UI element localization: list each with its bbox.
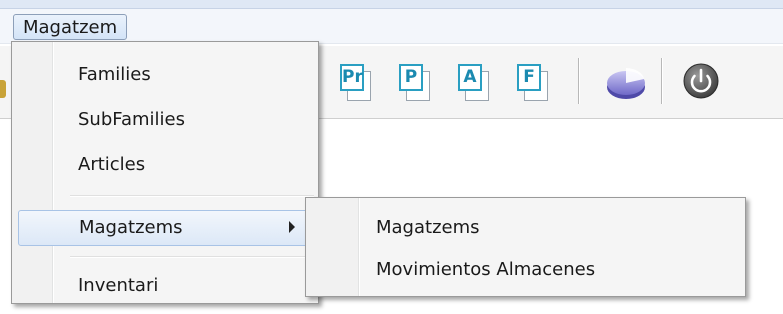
- submenu-arrow-icon: [289, 221, 295, 233]
- submenu-item-movimientos-almacenes[interactable]: Movimientos Almacenes: [308, 254, 743, 286]
- menu-magatzem[interactable]: Magatzem: [13, 14, 128, 40]
- toolbar-icon-fragment[interactable]: [0, 80, 6, 98]
- chart-button[interactable]: [604, 59, 648, 103]
- report-a-icon: A: [458, 64, 482, 91]
- pie-chart-icon: [607, 68, 645, 99]
- menu-item-label: Inventari: [78, 275, 159, 296]
- toolbar-separator: [578, 58, 580, 104]
- menu-item-label: SubFamilies: [78, 109, 185, 130]
- window-top-strip: [0, 0, 783, 9]
- report-f-button[interactable]: F: [514, 59, 550, 103]
- report-a-button[interactable]: A: [455, 59, 491, 103]
- report-p-icon: P: [399, 64, 423, 91]
- menu-item-subfamilies[interactable]: SubFamilies: [14, 104, 316, 136]
- report-f-icon: F: [517, 64, 541, 91]
- magatzems-submenu: Magatzems Movimientos Almacenes: [305, 197, 746, 297]
- menu-item-magatzems[interactable]: Magatzems: [18, 210, 312, 246]
- menu-item-label: Magatzems: [376, 217, 480, 238]
- menu-item-inventari[interactable]: Inventari: [14, 270, 316, 302]
- magatzem-dropdown-menu: Families SubFamilies Articles Magatzems …: [11, 41, 319, 304]
- menu-separator: [70, 256, 314, 258]
- menu-item-label: Families: [78, 64, 151, 85]
- submenu-item-magatzems[interactable]: Magatzems: [308, 212, 743, 244]
- report-pr-button[interactable]: Pr: [337, 59, 373, 103]
- report-pr-icon: Pr: [340, 64, 364, 91]
- menu-separator: [70, 195, 314, 197]
- report-p-button[interactable]: P: [396, 59, 432, 103]
- power-icon: [683, 63, 719, 99]
- menu-item-label: Movimientos Almacenes: [376, 259, 596, 280]
- menu-item-label: Magatzems: [79, 217, 183, 238]
- menu-item-articles[interactable]: Articles: [14, 149, 316, 181]
- power-button[interactable]: [681, 59, 721, 103]
- menu-item-label: Articles: [78, 154, 146, 175]
- toolbar-separator: [661, 58, 663, 104]
- menu-item-families[interactable]: Families: [14, 59, 316, 91]
